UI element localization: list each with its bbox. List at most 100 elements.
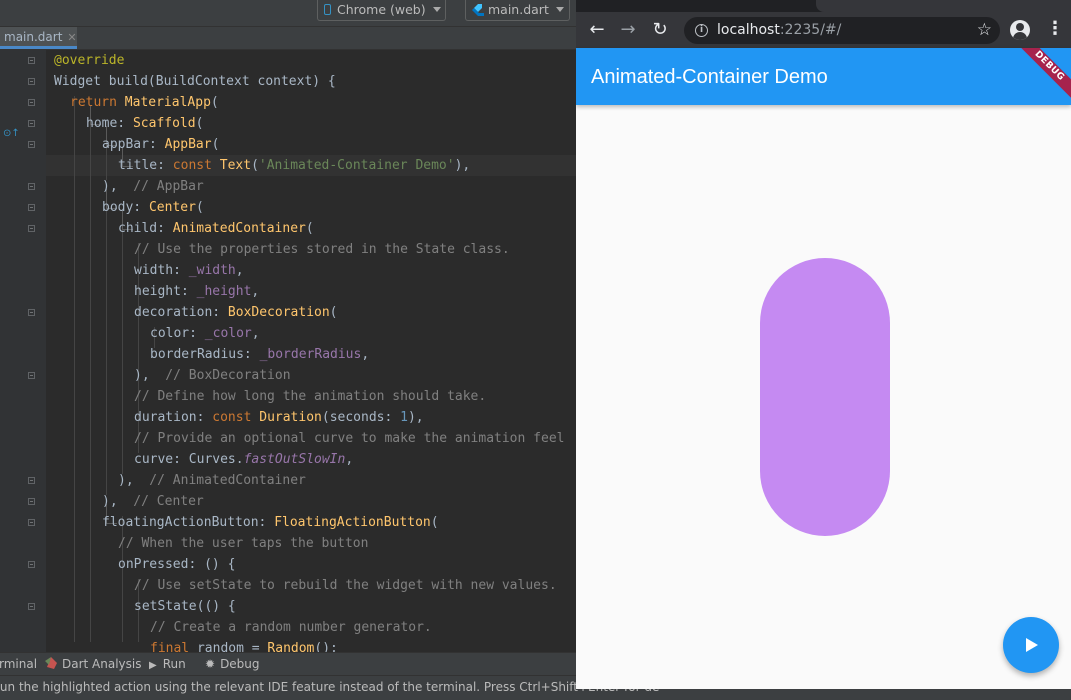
- code-line: // Use setState to rebuild the widget wi…: [134, 575, 557, 596]
- fold-marker-icon[interactable]: [28, 204, 35, 211]
- indent-guide: [122, 222, 123, 474]
- code-token: appBar:: [102, 137, 165, 152]
- code-line: height: _height,: [134, 281, 259, 302]
- code-token: ),: [134, 368, 150, 383]
- code-token: Duration: [259, 410, 322, 425]
- code-token: const: [212, 410, 260, 425]
- code-line: return MaterialApp(: [70, 92, 219, 113]
- browser-tab[interactable]: [816, 0, 1071, 12]
- code-token: ),: [102, 179, 118, 194]
- code-token: Text: [219, 158, 252, 173]
- code-token: ),: [118, 473, 134, 488]
- editor-gutter: ⊙↑: [0, 50, 46, 652]
- fold-marker-icon[interactable]: [28, 498, 35, 505]
- run-config-selector[interactable]: main.dart: [465, 0, 570, 21]
- address-bar[interactable]: i localhost:2235/#/ ☆: [684, 17, 1000, 44]
- debug-tool-button[interactable]: ✹ Debug: [205, 653, 260, 675]
- code-line: // Use the properties stored in the Stat…: [134, 239, 510, 260]
- code-line: @override: [54, 50, 124, 71]
- code-token: // Provide an optional curve to make the…: [134, 431, 565, 446]
- code-line: width: _width,: [134, 260, 244, 281]
- code-token: ,: [251, 326, 260, 341]
- code-line: appBar: AppBar(: [102, 134, 219, 155]
- fold-marker-icon[interactable]: [28, 78, 35, 85]
- code-token: _height: [196, 284, 252, 299]
- fold-marker-icon[interactable]: [28, 309, 35, 316]
- device-selector[interactable]: Chrome (web): [317, 0, 446, 21]
- code-token: title:: [118, 158, 173, 173]
- code-token: _borderRadius: [259, 347, 362, 362]
- fold-marker-icon[interactable]: [28, 477, 35, 484]
- terminal-tool-button[interactable]: rminal: [0, 653, 37, 675]
- play-icon: [1026, 638, 1038, 652]
- site-info-icon[interactable]: i: [695, 24, 708, 37]
- code-line: // Define how long the animation should …: [134, 386, 486, 407]
- code-token: (: [305, 221, 314, 236]
- code-token: setState(() {: [134, 599, 236, 614]
- code-editor[interactable]: @override Widget build(BuildContext conte…: [46, 50, 576, 652]
- fold-marker-icon[interactable]: [28, 99, 35, 106]
- code-line: onPressed: () {: [118, 554, 235, 575]
- code-token: ),: [407, 410, 424, 425]
- code-token: _width: [188, 263, 236, 278]
- terminal-tool-label: rminal: [0, 657, 38, 671]
- forward-icon[interactable]: →: [617, 12, 639, 48]
- reload-icon[interactable]: ↻: [649, 12, 671, 48]
- code-token: _color: [204, 326, 252, 341]
- bookmark-star-icon[interactable]: ☆: [977, 17, 992, 44]
- code-token: const: [172, 158, 220, 173]
- debug-banner: DEBUG: [1011, 48, 1071, 104]
- run-tool-button[interactable]: ▶ Run: [149, 653, 186, 677]
- fold-marker-icon[interactable]: [28, 561, 35, 568]
- code-token: (: [251, 158, 259, 173]
- fold-marker-icon[interactable]: [28, 183, 35, 190]
- code-token: decoration:: [134, 305, 228, 320]
- code-token: body:: [102, 200, 149, 215]
- code-token: random =: [196, 641, 268, 652]
- code-token: ),: [454, 158, 471, 173]
- app-title: Animated-Container Demo: [591, 66, 828, 88]
- code-token: ,: [345, 452, 354, 467]
- code-line: // Create a random number generator.: [150, 617, 432, 638]
- fold-marker-icon[interactable]: [28, 519, 35, 526]
- chevron-down-icon: [555, 7, 564, 12]
- override-icon[interactable]: ⊙↑: [3, 128, 20, 139]
- code-token: width:: [134, 263, 189, 278]
- code-line: final random = Random();: [150, 638, 338, 652]
- code-token: (: [195, 116, 204, 131]
- code-token: ),: [102, 494, 118, 509]
- flutter-app-bar: Animated-Container Demo DEBUG: [576, 48, 1071, 105]
- play-fab-button[interactable]: [1003, 617, 1059, 673]
- editor-tabbar: main.dart ✕: [0, 27, 576, 50]
- code-line: title: const Text('Animated-Container De…: [118, 155, 470, 176]
- code-token: (: [195, 200, 204, 215]
- code-token: // Use the properties stored in the Stat…: [134, 242, 510, 257]
- fold-marker-icon[interactable]: [28, 225, 35, 232]
- close-icon[interactable]: ✕: [67, 31, 76, 44]
- fold-marker-icon[interactable]: [28, 120, 35, 127]
- back-icon[interactable]: ←: [586, 12, 608, 48]
- code-line: ), // Center: [102, 491, 204, 512]
- tab-main-dart[interactable]: main.dart ✕: [0, 27, 77, 49]
- fold-marker-icon[interactable]: [28, 603, 35, 610]
- code-line: decoration: BoxDecoration(: [134, 302, 338, 323]
- fold-marker-icon[interactable]: [28, 57, 35, 64]
- code-token: (: [329, 305, 338, 320]
- code-token: 1: [400, 410, 408, 425]
- ide-window: Chrome (web) main.dart main.dart ✕ ⊙↑ @ov…: [0, 0, 576, 699]
- code-token: AnimatedContainer: [172, 221, 306, 236]
- code-token: (: [210, 95, 219, 110]
- profile-icon[interactable]: [1010, 20, 1030, 40]
- code-line: color: _color,: [150, 323, 260, 344]
- code-line: body: Center(: [102, 197, 204, 218]
- ide-toolbar: Chrome (web) main.dart: [0, 0, 576, 27]
- code-token: MaterialApp: [124, 95, 211, 110]
- fold-marker-icon[interactable]: [28, 141, 35, 148]
- more-menu-icon[interactable]: ⋮: [1046, 12, 1064, 48]
- browser-toolbar: ← → ↻ i localhost:2235/#/ ☆ ⋮: [576, 12, 1071, 48]
- dart-analysis-tool-button[interactable]: Dart Analysis: [45, 653, 142, 675]
- code-token: // Create a random number generator.: [150, 620, 432, 635]
- chevron-down-icon: [432, 7, 441, 12]
- fold-marker-icon[interactable]: [28, 372, 35, 379]
- tab-label: main.dart: [4, 30, 63, 44]
